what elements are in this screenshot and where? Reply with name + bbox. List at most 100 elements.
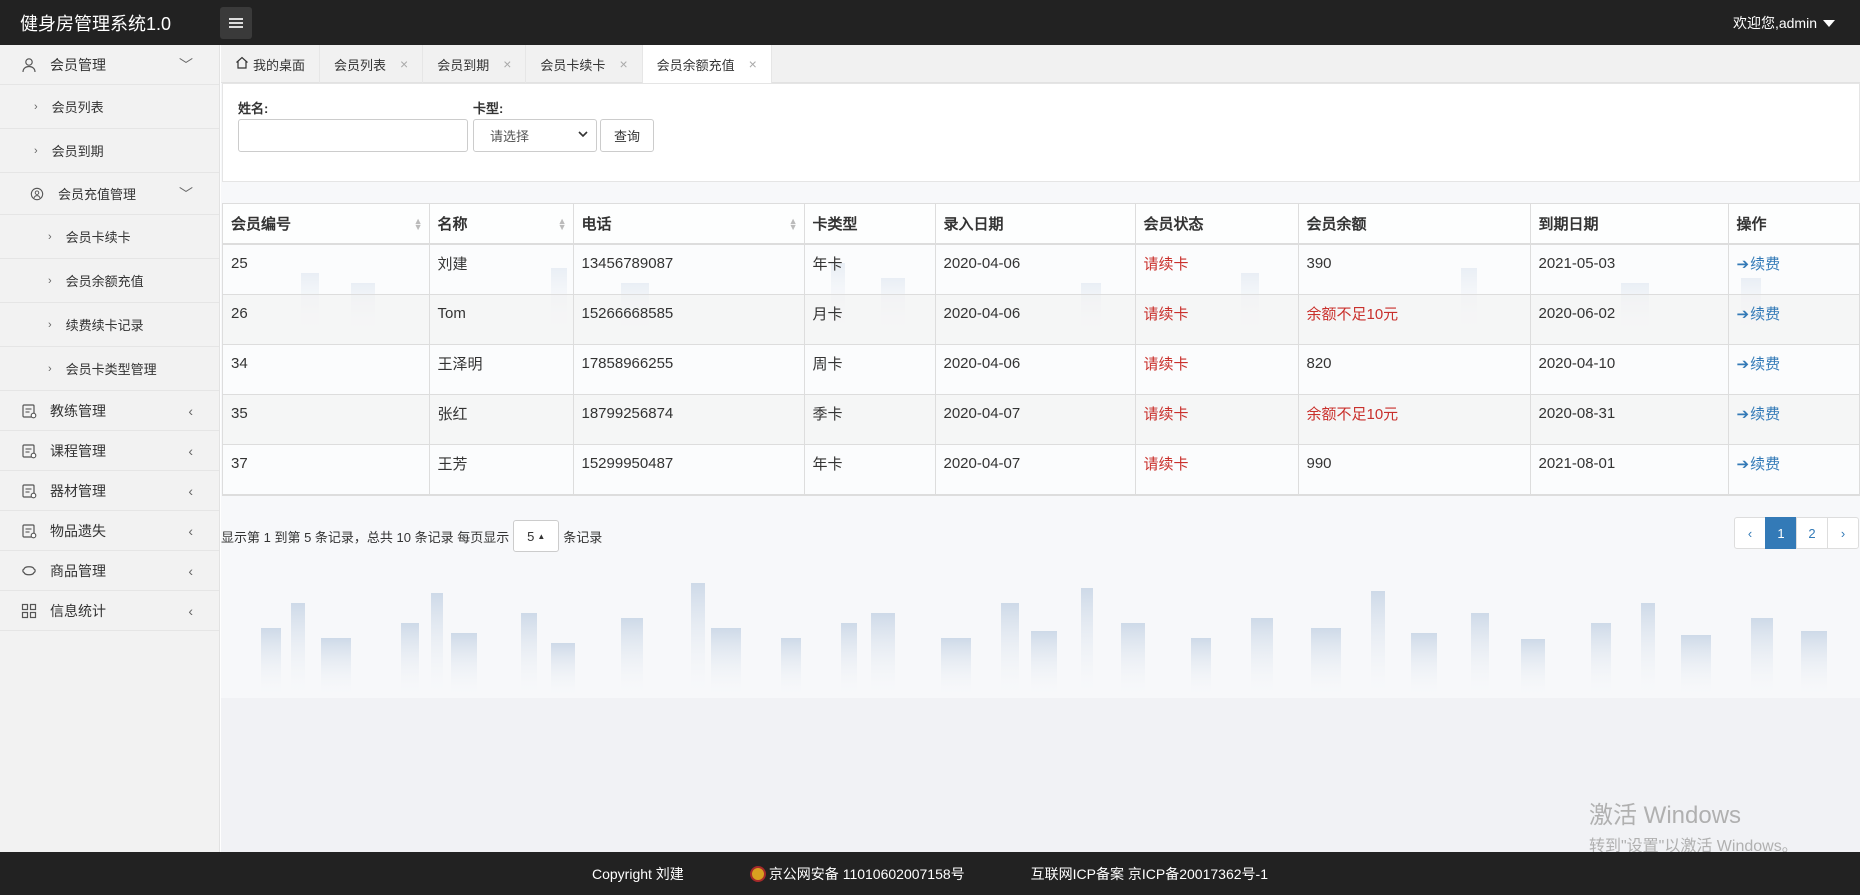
cell-entry-date: 2020-04-06 [935, 244, 1136, 295]
chevron-left-icon: ‹ [188, 482, 193, 499]
page-button-2[interactable]: 2 [1796, 517, 1828, 549]
renew-link-label: 续费 [1750, 455, 1781, 473]
cell-phone: 18799256874 [573, 394, 805, 445]
page-size-select[interactable]: 5 ▲ [513, 520, 560, 552]
card-type-selected: 请选择 [490, 129, 530, 144]
watermark-line2: 转到"设置"以激活 Windows。 [1589, 838, 1798, 852]
sidebar-item-equipment-management[interactable]: 器材管理 ‹ [0, 471, 219, 511]
column-header-name[interactable]: 名称 ▲ ▼ [429, 204, 574, 245]
chevron-left-icon: ‹ [188, 562, 193, 579]
renew-link-label: 续费 [1750, 305, 1781, 323]
sidebar-item-card-renew[interactable]: › 会员卡续卡 [0, 215, 219, 259]
watermark-line1: 激活 Windows [1589, 802, 1742, 829]
sidebar-item-label: 会员到期 [51, 144, 104, 159]
renew-link[interactable]: ➔续费 [1728, 394, 1859, 445]
column-header-phone[interactable]: 电话 ▲ ▼ [573, 204, 805, 245]
cell-expire-date: 2020-06-02 [1530, 294, 1729, 345]
tab-label: 会员余额充值 [656, 57, 735, 73]
card-type-select[interactable]: 请选择 [473, 119, 597, 152]
lost-items-icon [20, 522, 38, 540]
renew-link-label: 续费 [1750, 255, 1781, 273]
name-label: 姓名: [238, 101, 269, 116]
sidebar-item-recharge-management[interactable]: 会员充值管理 ﹀ [0, 173, 219, 215]
chevron-down-icon [578, 130, 588, 141]
cell-balance: 余额不足10元 [1298, 294, 1531, 345]
cell-status: 请续卡 [1135, 244, 1299, 295]
footer-police-record[interactable]: 京公网安备 11010602007158号 [749, 864, 965, 884]
tab-label: 会员到期 [437, 57, 490, 73]
column-header-status: 会员状态 [1135, 204, 1299, 245]
chevron-right-icon: › [48, 318, 52, 331]
sort-icon: ▲ ▼ [788, 216, 798, 232]
sidebar-item-label: 课程管理 [50, 442, 106, 459]
sidebar-item-label: 会员充值管理 [58, 187, 137, 202]
name-input[interactable] [238, 119, 468, 152]
cell-id: 25 [223, 244, 430, 295]
sidebar-item-balance-recharge[interactable]: › 会员余额充值 [0, 259, 219, 303]
column-header-balance: 会员余额 [1298, 204, 1531, 245]
sidebar-item-member-management[interactable]: 会员管理 ﹀ [0, 45, 219, 85]
column-header-id[interactable]: 会员编号 ▲ ▼ [223, 204, 430, 245]
footer-icp[interactable]: 互联网ICP备案 京ICP备20017362号-1 [1031, 864, 1268, 884]
cell-id: 26 [223, 294, 430, 345]
caret-down-icon [1823, 19, 1835, 27]
close-icon[interactable]: × [400, 56, 408, 72]
table-row: 37 王芳 15299950487 年卡 2020-04-07 请续卡 990 … [223, 444, 1859, 495]
sidebar-item-course-management[interactable]: 课程管理 ‹ [0, 431, 219, 471]
page-button-1[interactable]: 1 [1765, 517, 1797, 549]
cell-name: 刘建 [429, 244, 574, 295]
cell-card-type: 周卡 [804, 344, 936, 395]
hamburger-icon [229, 17, 243, 28]
close-icon[interactable]: × [749, 56, 757, 72]
prev-page-button[interactable]: ‹ [1734, 517, 1766, 549]
tab-bar: 我的桌面 会员列表 × 会员到期 × 会员卡续卡 × 会员余额充值 × [221, 45, 1860, 84]
sidebar-item-member-expire[interactable]: › 会员到期 [0, 129, 219, 173]
tab-member-expire[interactable]: 会员到期 × [423, 45, 527, 83]
tab-member-list[interactable]: 会员列表 × [320, 45, 424, 83]
renew-link[interactable]: ➔续费 [1728, 294, 1859, 345]
pagination-info-prefix: 显示第 1 到第 5 条记录，总共 10 条记录 每页显示 [221, 529, 510, 545]
pagination-info: 显示第 1 到第 5 条记录，总共 10 条记录 每页显示 5 ▲ 条记录 [221, 520, 602, 552]
cell-card-type: 年卡 [804, 444, 936, 495]
renew-link[interactable]: ➔续费 [1728, 344, 1859, 395]
sidebar-item-card-type-management[interactable]: › 会员卡类型管理 [0, 347, 219, 391]
sidebar-item-coach-management[interactable]: 教练管理 ‹ [0, 391, 219, 431]
chevron-right-icon: › [48, 362, 52, 375]
renew-link[interactable]: ➔续费 [1728, 244, 1859, 295]
arrow-right-icon: ➔ [1736, 355, 1750, 373]
windows-activation-watermark: 激活 Windows 转到"设置"以激活 Windows。 [1589, 795, 1798, 852]
close-icon[interactable]: × [503, 56, 511, 72]
sidebar-item-goods-management[interactable]: 商品管理 ‹ [0, 551, 219, 591]
chevron-left-icon: ‹ [188, 522, 193, 539]
cell-balance: 390 [1298, 244, 1531, 295]
cell-id: 35 [223, 394, 430, 445]
sidebar-item-statistics[interactable]: 信息统计 ‹ [0, 591, 219, 631]
tab-my-desktop[interactable]: 我的桌面 [221, 45, 321, 83]
column-header-label: 电话 [581, 216, 612, 233]
next-page-button[interactable]: › [1827, 517, 1859, 549]
tab-label: 会员卡续卡 [540, 57, 606, 73]
tab-balance-recharge[interactable]: 会员余额充值 × [642, 45, 772, 84]
sidebar-item-lost-items[interactable]: 物品遗失 ‹ [0, 511, 219, 551]
user-menu[interactable]: 欢迎您,admin [1733, 13, 1835, 33]
tab-card-renew[interactable]: 会员卡续卡 × [526, 45, 643, 83]
cell-card-type: 年卡 [804, 244, 936, 295]
cell-card-type: 季卡 [804, 394, 936, 445]
user-circle-icon [28, 185, 46, 203]
cell-entry-date: 2020-04-06 [935, 294, 1136, 345]
query-button[interactable]: 查询 [600, 119, 654, 152]
renew-link[interactable]: ➔续费 [1728, 444, 1859, 495]
table-header-row: 会员编号 ▲ ▼ 名称 ▲ ▼ 电话 ▲ ▼ 卡类型 录入日期 会员状态 会员余额 到期日期… [223, 204, 1859, 245]
cell-name: 王芳 [429, 444, 574, 495]
cell-expire-date: 2021-08-01 [1530, 444, 1729, 495]
menu-toggle-button[interactable] [220, 6, 252, 39]
chevron-right-icon: › [34, 100, 38, 113]
sidebar-item-renew-records[interactable]: › 续费续卡记录 [0, 303, 219, 347]
column-header-operation: 操作 [1728, 204, 1859, 245]
equipment-icon [20, 482, 38, 500]
sidebar-item-member-list[interactable]: › 会员列表 [0, 85, 219, 129]
cell-phone: 15266668585 [573, 294, 805, 345]
close-icon[interactable]: × [619, 56, 627, 72]
sidebar-item-label: 续费续卡记录 [65, 318, 144, 333]
sidebar-item-label: 物品遗失 [50, 522, 106, 539]
